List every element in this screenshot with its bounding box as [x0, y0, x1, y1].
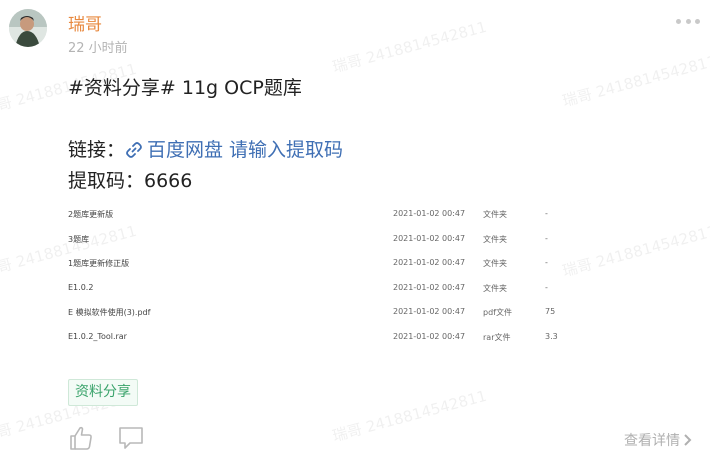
file-row: 1题库更新修正版 2021-01-02 00:47 文件夹 - [68, 252, 588, 277]
file-size: - [545, 233, 548, 243]
file-size: 75 [545, 307, 556, 317]
file-size: 3.3 [545, 331, 558, 341]
link-line: 链接： 百度网盘 请输入提取码 [68, 134, 343, 165]
file-row: 2题库更新版 2021-01-02 00:47 文件夹 - [68, 203, 588, 228]
post-content: #资料分享# 11g OCP题库 链接： 百度网盘 请输入提取码 提取码：6666 [68, 72, 343, 196]
file-row: E1.0.2 2021-01-02 00:47 文件夹 - [68, 277, 588, 302]
watermark: 瑞哥 2418814542811 [560, 51, 710, 111]
more-dots-icon[interactable] [676, 14, 700, 28]
thumb-up-icon[interactable] [68, 425, 94, 451]
file-list-image[interactable]: 2题库更新版 2021-01-02 00:47 文件夹 - 3题库 2021-01-02 … [68, 203, 588, 351]
link-icon [126, 142, 142, 158]
link-label: 链接： [68, 139, 126, 161]
file-type: 文件夹 [483, 210, 507, 219]
chevron-right-icon [684, 434, 692, 446]
post-time: 22 小时前 [68, 41, 128, 56]
link-text: 百度网盘 请输入提取码 [147, 139, 344, 161]
watermark: 瑞哥 2418814542811 [330, 386, 489, 446]
file-date: 2021-01-02 00:47 [393, 258, 466, 268]
file-date: 2021-01-02 00:47 [393, 209, 466, 218]
file-date: 2021-01-02 00:47 [393, 233, 466, 243]
file-name: 3题库 [68, 234, 90, 244]
file-type: rar文件 [483, 332, 511, 342]
post-card: 瑞哥 2418814542811 瑞哥 2418814542811 瑞哥 241… [0, 0, 710, 461]
baidu-pan-link[interactable]: 百度网盘 请输入提取码 [125, 139, 343, 161]
code-line: 提取码：6666 [68, 170, 193, 192]
file-name: E1.0.2_Tool.rar [68, 331, 127, 341]
topic-tag[interactable]: 资料分享 [68, 379, 138, 406]
file-row: E 模拟软件使用(3).pdf 2021-01-02 00:47 pdf文件 75 [68, 301, 588, 326]
file-name: 1题库更新修正版 [68, 259, 130, 269]
file-date: 2021-01-02 00:47 [393, 307, 466, 317]
file-size: - [545, 258, 548, 268]
file-size: - [545, 282, 548, 292]
view-detail-link[interactable]: 查看详情 [624, 430, 692, 450]
view-detail-label: 查看详情 [624, 433, 680, 449]
file-type: 文件夹 [483, 259, 507, 269]
file-row: 3题库 2021-01-02 00:47 文件夹 - [68, 228, 588, 253]
file-name: E 模拟软件使用(3).pdf [68, 308, 151, 318]
file-type: 文件夹 [483, 234, 507, 244]
comment-icon[interactable] [118, 426, 144, 450]
file-type: 文件夹 [483, 283, 507, 293]
author-name[interactable]: 瑞哥 [68, 10, 102, 35]
file-date: 2021-01-02 00:47 [393, 331, 466, 341]
post-title-line: #资料分享# 11g OCP题库 [68, 77, 302, 99]
file-name: E1.0.2 [68, 282, 94, 292]
avatar[interactable] [9, 9, 47, 47]
file-type: pdf文件 [483, 308, 512, 318]
watermark: 瑞哥 2418814542811 [330, 17, 489, 77]
file-row: E1.0.2_Tool.rar 2021-01-02 00:47 rar文件 3.3 [68, 326, 588, 351]
file-name: 2题库更新版 [68, 210, 114, 219]
file-size: - [545, 209, 548, 218]
file-date: 2021-01-02 00:47 [393, 282, 466, 292]
